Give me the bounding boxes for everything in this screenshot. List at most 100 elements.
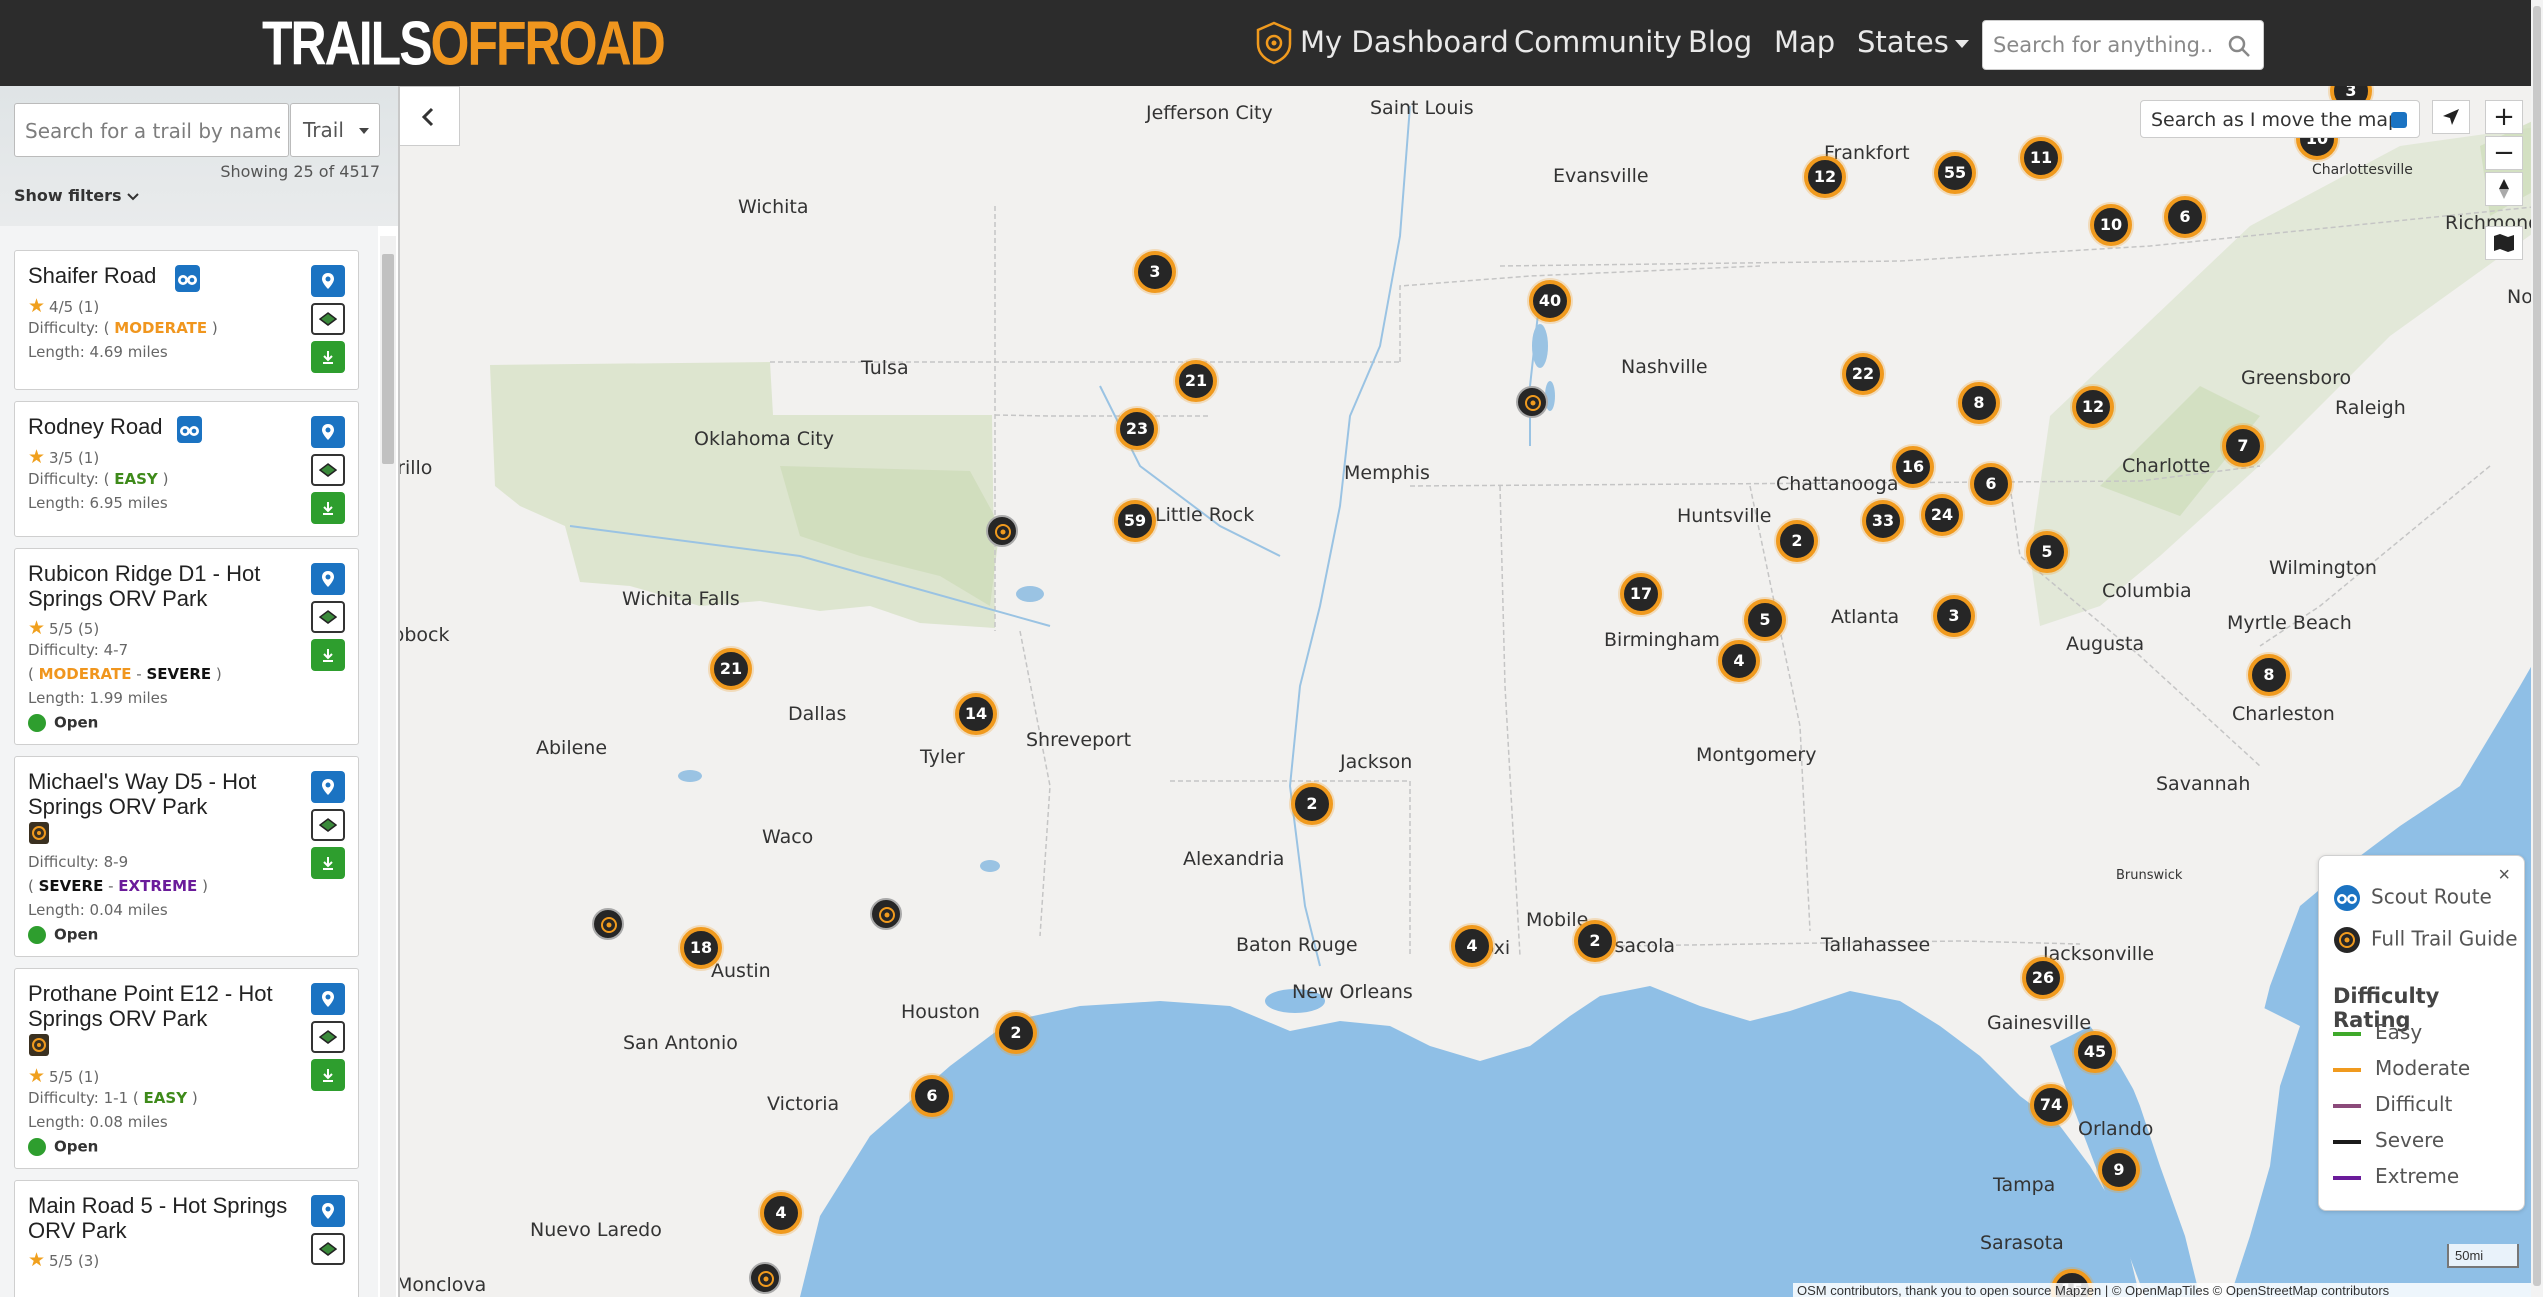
- search-as-move-toggle[interactable]: Search as I move the map: [2140, 100, 2420, 138]
- trail-guide-marker[interactable]: [986, 515, 1018, 547]
- trail-layer-button[interactable]: [311, 1021, 345, 1053]
- trail-cluster-marker[interactable]: 16: [1892, 446, 1934, 488]
- nav-blog[interactable]: Blog: [1688, 22, 1752, 62]
- trail-name[interactable]: Michael's Way D5 - Hot Springs ORV Park: [28, 769, 298, 819]
- city-label: Shreveport: [1026, 729, 1132, 751]
- trail-cluster-marker[interactable]: 33: [1862, 500, 1904, 542]
- trail-cluster-marker[interactable]: 24: [1921, 494, 1963, 536]
- trail-card[interactable]: Shaifer Road ★ 4/5 (1) Difficulty: ( MODE…: [14, 250, 359, 390]
- trail-cluster-marker[interactable]: 6: [1970, 463, 2012, 505]
- trail-name[interactable]: Rodney Road: [28, 414, 163, 439]
- trail-card[interactable]: Michael's Way D5 - Hot Springs ORV Park …: [14, 756, 359, 957]
- trail-cluster-marker[interactable]: 3: [1933, 595, 1975, 637]
- trail-cluster-marker[interactable]: 21: [710, 648, 752, 690]
- trail-cluster-marker[interactable]: 23: [1116, 408, 1158, 450]
- trail-name[interactable]: Rubicon Ridge D1 - Hot Springs ORV Park: [28, 561, 298, 611]
- nav-map[interactable]: Map: [1774, 22, 1835, 62]
- trail-card[interactable]: Prothane Point E12 - Hot Springs ORV Par…: [14, 968, 359, 1169]
- collapse-sidebar-button[interactable]: [400, 86, 460, 146]
- trail-guide-marker[interactable]: [1516, 386, 1548, 418]
- trail-cluster-marker[interactable]: 59: [1114, 500, 1156, 542]
- search-icon[interactable]: [2227, 34, 2251, 58]
- show-on-map-button[interactable]: [311, 563, 345, 595]
- close-icon[interactable]: ×: [2498, 864, 2510, 887]
- trail-cluster-marker[interactable]: 74: [2030, 1084, 2072, 1126]
- download-button[interactable]: [311, 1059, 345, 1091]
- trail-cluster-marker[interactable]: 8: [2248, 654, 2290, 696]
- trail-name[interactable]: Main Road 5 - Hot Springs ORV Park: [28, 1193, 298, 1243]
- show-on-map-button[interactable]: [311, 265, 345, 297]
- trail-search-box[interactable]: [14, 103, 289, 157]
- trail-guide-marker[interactable]: [592, 908, 624, 940]
- site-search-box[interactable]: [1982, 20, 2264, 70]
- trail-cluster-marker[interactable]: 12: [1804, 156, 1846, 198]
- trail-cluster-marker[interactable]: 9: [2098, 1149, 2140, 1191]
- trail-cluster-marker[interactable]: 4: [1718, 640, 1760, 682]
- scrollbar-thumb[interactable]: [2533, 6, 2541, 1286]
- trail-name[interactable]: Prothane Point E12 - Hot Springs ORV Par…: [28, 981, 298, 1031]
- trail-cluster-marker[interactable]: 45: [2074, 1031, 2116, 1073]
- download-button[interactable]: [311, 639, 345, 671]
- trail-layer-button[interactable]: [311, 454, 345, 486]
- sidebar-scrollbar[interactable]: [380, 236, 396, 1297]
- trail-layer-button[interactable]: [311, 601, 345, 633]
- map-layers-button[interactable]: [2485, 226, 2523, 260]
- trail-cluster-marker[interactable]: 5: [2026, 531, 2068, 573]
- trail-cluster-marker[interactable]: 17: [1620, 573, 1662, 615]
- zoom-out-button[interactable]: −: [2485, 136, 2523, 170]
- trail-cluster-marker[interactable]: 26: [2022, 957, 2064, 999]
- trail-cluster-marker[interactable]: 2: [1574, 920, 1616, 962]
- trail-cluster-marker[interactable]: 8: [1958, 382, 2000, 424]
- trail-map[interactable]: Jefferson City Saint Louis Evansville Fr…: [400, 86, 2543, 1297]
- checkbox-checked-icon[interactable]: [2391, 112, 2407, 128]
- locate-me-button[interactable]: [2432, 100, 2470, 134]
- trail-cluster-marker[interactable]: 2: [995, 1012, 1037, 1054]
- page-scrollbar[interactable]: [2531, 0, 2543, 1297]
- trail-cluster-marker[interactable]: 2: [1291, 783, 1333, 825]
- trail-cluster-marker[interactable]: 4: [760, 1192, 802, 1234]
- site-search-input[interactable]: [1993, 29, 2215, 61]
- trail-name[interactable]: Shaifer Road: [28, 263, 156, 288]
- scrollbar-thumb[interactable]: [382, 254, 394, 464]
- trail-card[interactable]: Main Road 5 - Hot Springs ORV Park ★ 5/5 …: [14, 1180, 359, 1297]
- show-on-map-button[interactable]: [311, 771, 345, 803]
- trail-layer-button[interactable]: [311, 809, 345, 841]
- trail-cluster-marker[interactable]: 12: [2072, 386, 2114, 428]
- show-on-map-button[interactable]: [311, 1195, 345, 1227]
- trail-guide-marker[interactable]: [870, 898, 902, 930]
- trail-cluster-marker[interactable]: 40: [1529, 280, 1571, 322]
- reset-bearing-button[interactable]: [2485, 172, 2523, 206]
- download-button[interactable]: [311, 341, 345, 373]
- show-on-map-button[interactable]: [311, 416, 345, 448]
- trail-cluster-marker[interactable]: 10: [2090, 204, 2132, 246]
- trail-cluster-marker[interactable]: 14: [955, 693, 997, 735]
- trail-type-select[interactable]: Trail: [290, 103, 380, 157]
- trail-cluster-marker[interactable]: 55: [1934, 152, 1976, 194]
- trail-card[interactable]: Rubicon Ridge D1 - Hot Springs ORV Park …: [14, 548, 359, 745]
- trail-cluster-marker[interactable]: 7: [2222, 425, 2264, 467]
- nav-community[interactable]: Community: [1514, 22, 1682, 62]
- nav-my-dashboard[interactable]: My Dashboard: [1300, 22, 1509, 62]
- trail-cluster-marker[interactable]: 22: [1842, 353, 1884, 395]
- download-button[interactable]: [311, 492, 345, 524]
- show-filters-toggle[interactable]: Show filters: [14, 186, 139, 205]
- trail-guide-marker[interactable]: [749, 1262, 781, 1294]
- trail-cluster-marker[interactable]: 18: [680, 927, 722, 969]
- trail-cluster-marker[interactable]: 2: [1776, 520, 1818, 562]
- trail-cluster-marker[interactable]: 11: [2020, 137, 2062, 179]
- trail-search-input[interactable]: [25, 116, 280, 146]
- site-logo[interactable]: TRAILS OFFROAD: [262, 0, 666, 87]
- trail-card[interactable]: Rodney Road ★ 3/5 (1) Difficulty: ( EASY …: [14, 401, 359, 537]
- trail-cluster-marker[interactable]: 6: [911, 1075, 953, 1117]
- trail-cluster-marker[interactable]: 3: [1134, 251, 1176, 293]
- trail-cluster-marker[interactable]: 5: [1744, 599, 1786, 641]
- trail-layer-button[interactable]: [311, 1233, 345, 1265]
- zoom-in-button[interactable]: +: [2485, 100, 2523, 134]
- nav-states-dropdown[interactable]: States: [1857, 22, 1969, 62]
- download-button[interactable]: [311, 847, 345, 879]
- trail-cluster-marker[interactable]: 6: [2164, 196, 2206, 238]
- trail-layer-button[interactable]: [311, 303, 345, 335]
- trail-cluster-marker[interactable]: 21: [1175, 360, 1217, 402]
- trail-cluster-marker[interactable]: 4: [1451, 925, 1493, 967]
- show-on-map-button[interactable]: [311, 983, 345, 1015]
